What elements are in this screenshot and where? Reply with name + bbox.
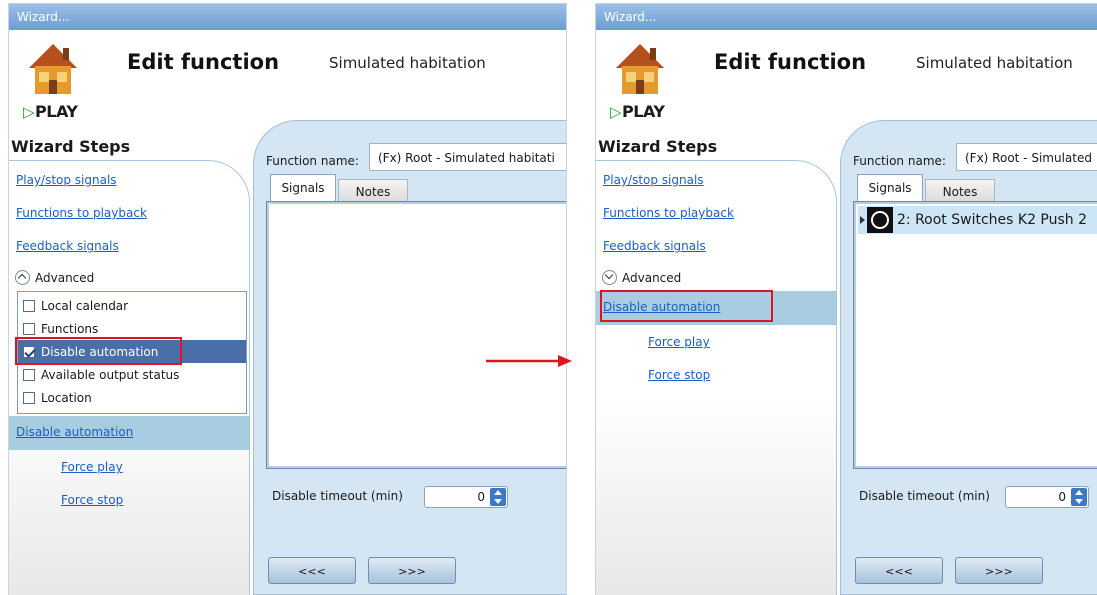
signal-label: 2: Root Switches K2 Push 2 <box>897 212 1088 228</box>
chevron-down-icon <box>602 270 617 285</box>
next-button[interactable]: >>> <box>368 557 456 584</box>
push-button-icon <box>867 207 893 233</box>
wizard-steps-title: Wizard Steps <box>598 137 718 156</box>
option-available-output-status[interactable]: Available output status <box>18 363 246 386</box>
signals-list[interactable] <box>266 201 566 469</box>
disable-timeout-stepper[interactable]: 0 <box>424 486 508 508</box>
play-logo-text: PLAY <box>35 102 78 121</box>
step-link-force-play[interactable]: Force play <box>648 335 710 349</box>
checkbox[interactable] <box>23 322 35 335</box>
wizard-steps-panel: Wizard Steps Play/stop signals Functions… <box>9 130 255 595</box>
chevron-up-icon <box>15 270 30 285</box>
previous-button[interactable]: <<< <box>268 557 356 584</box>
page-title: Edit function <box>714 50 867 74</box>
step-link-force-stop[interactable]: Force stop <box>61 493 123 507</box>
play-icon: ▷ <box>610 103 622 121</box>
option-label: Functions <box>41 321 99 336</box>
highlight-box <box>600 290 773 322</box>
tab-signals[interactable]: Signals <box>857 174 923 201</box>
checkbox[interactable] <box>23 391 35 404</box>
play-logo-text: PLAY <box>622 102 665 121</box>
signals-list[interactable]: 2: Root Switches K2 Push 2 <box>853 201 1097 469</box>
step-link-force-play[interactable]: Force play <box>61 460 123 474</box>
spin-arrows-icon[interactable] <box>490 488 506 506</box>
option-location[interactable]: Location <box>18 386 246 409</box>
function-name-label: Function name: <box>853 154 946 168</box>
checkbox[interactable] <box>23 299 35 312</box>
tab-signals[interactable]: Signals <box>270 174 336 201</box>
advanced-label: Advanced <box>622 270 682 285</box>
highlight-box <box>15 337 182 365</box>
step-link-play-stop-signals[interactable]: Play/stop signals <box>16 173 117 187</box>
option-label: Local calendar <box>41 298 129 313</box>
advanced-label: Advanced <box>35 270 95 285</box>
previous-button[interactable]: <<< <box>855 557 943 584</box>
tab-notes[interactable]: Notes <box>925 179 995 201</box>
checkbox[interactable] <box>23 368 35 381</box>
option-label: Available output status <box>41 367 180 382</box>
header: ▷PLAY Edit function Simulated habitation <box>596 30 1097 126</box>
option-label: Location <box>41 390 92 405</box>
wizard-steps-list: Play/stop signals Functions to playback … <box>596 160 837 595</box>
timeout-value: 0 <box>1058 490 1066 504</box>
disable-timeout-label: Disable timeout (min) <box>859 489 990 503</box>
list-item[interactable]: 2: Root Switches K2 Push 2 <box>858 206 1097 234</box>
wizard-steps-panel: Wizard Steps Play/stop signals Functions… <box>596 130 842 595</box>
header: ▷PLAY Edit function Simulated habitation <box>9 30 566 126</box>
step-link-feedback-signals[interactable]: Feedback signals <box>603 239 706 253</box>
step-link-functions-to-playback[interactable]: Functions to playback <box>603 206 734 220</box>
next-button[interactable]: >>> <box>955 557 1043 584</box>
wizard-window-before: Wizard... ▷PLAY Edit function Simulated … <box>9 4 566 595</box>
expand-arrow-icon[interactable] <box>860 216 865 224</box>
step-link-feedback-signals[interactable]: Feedback signals <box>16 239 119 253</box>
house-icon <box>616 44 664 94</box>
page-subtitle: Simulated habitation <box>916 54 1073 72</box>
play-logo: ▷PLAY <box>23 102 78 121</box>
tab-notes[interactable]: Notes <box>338 179 408 201</box>
step-link-force-stop[interactable]: Force stop <box>648 368 710 382</box>
step-link-disable-automation[interactable]: Disable automation <box>16 425 133 439</box>
timeout-value: 0 <box>477 490 485 504</box>
function-name-input[interactable]: (Fx) Root - Simulated <box>956 143 1097 171</box>
play-icon: ▷ <box>23 103 35 121</box>
function-name-input[interactable]: (Fx) Root - Simulated habitati <box>369 143 566 171</box>
option-local-calendar[interactable]: Local calendar <box>18 294 246 317</box>
advanced-toggle[interactable]: Advanced <box>15 270 94 285</box>
wizard-steps-title: Wizard Steps <box>11 137 131 156</box>
play-logo: ▷PLAY <box>610 102 665 121</box>
function-name-label: Function name: <box>266 154 359 168</box>
house-icon <box>29 44 77 94</box>
disable-timeout-label: Disable timeout (min) <box>272 489 403 503</box>
advanced-toggle[interactable]: Advanced <box>602 270 681 285</box>
content-area: Function name: (Fx) Root - Simulated Sig… <box>840 120 1097 595</box>
window-title: Wizard... <box>9 4 566 30</box>
step-link-functions-to-playback[interactable]: Functions to playback <box>16 206 147 220</box>
wizard-window-after: Wizard... ▷PLAY Edit function Simulated … <box>596 4 1097 595</box>
window-title: Wizard... <box>596 4 1097 30</box>
page-title: Edit function <box>127 50 280 74</box>
page-subtitle: Simulated habitation <box>329 54 486 72</box>
disable-timeout-stepper[interactable]: 0 <box>1005 486 1089 508</box>
arrow-right-icon <box>486 355 572 367</box>
step-link-play-stop-signals[interactable]: Play/stop signals <box>603 173 704 187</box>
spin-arrows-icon[interactable] <box>1071 488 1087 506</box>
